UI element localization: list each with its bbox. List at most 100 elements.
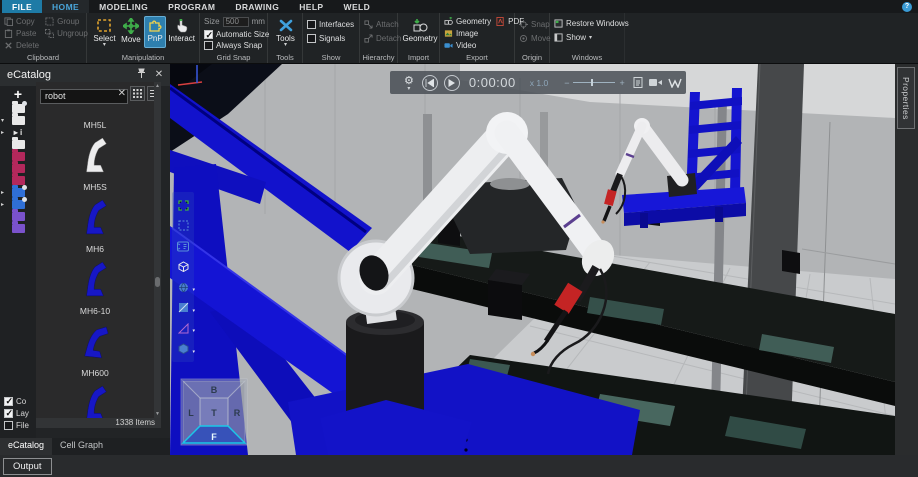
clear-search-icon[interactable]: ✕ xyxy=(118,87,126,100)
automatic-size-checkbox[interactable]: Automatic Size xyxy=(204,29,264,40)
robot-thumbnail xyxy=(80,136,110,174)
grid-size-input[interactable] xyxy=(223,17,249,27)
fit-view-icon[interactable] xyxy=(176,219,190,233)
catalog-item-name: MH600 xyxy=(81,368,108,380)
reset-simulation-button[interactable] xyxy=(422,75,438,91)
tree-item-folder-4[interactable] xyxy=(0,174,36,186)
tools-icon xyxy=(278,18,294,33)
robot-thumbnail xyxy=(80,384,110,418)
tree-item-folder-6[interactable]: ▸ xyxy=(0,198,36,210)
tab-cell-graph[interactable]: Cell Graph xyxy=(52,438,111,455)
scroll-up-icon[interactable]: ▲ xyxy=(154,83,161,89)
signals-checkbox[interactable]: Signals xyxy=(307,33,356,44)
catalog-scrollbar[interactable]: ▲ ▼ xyxy=(154,82,161,418)
speed-slider[interactable] xyxy=(573,82,615,83)
ungroup-button: Ungroup xyxy=(45,28,88,39)
simulation-settings-button[interactable]: ⚙▾ xyxy=(404,74,414,91)
plus-icon: + xyxy=(14,88,22,100)
tab-ecatalog[interactable]: eCatalog xyxy=(0,438,52,455)
render-mode-icon[interactable] xyxy=(176,260,190,274)
cube-label-back: B xyxy=(211,385,218,395)
pnp-button[interactable]: PnP xyxy=(144,16,166,48)
status-bar: Output xyxy=(0,455,918,477)
select-button[interactable]: Select ▾ xyxy=(91,16,118,48)
tree-item-folder-5[interactable]: ▸ xyxy=(0,186,36,198)
collapse-arrow-icon[interactable]: ▸ xyxy=(1,201,4,208)
copy-button: Copy xyxy=(4,16,39,27)
import-geometry-button[interactable]: Geometry xyxy=(402,16,438,44)
close-icon[interactable]: ✕ xyxy=(152,68,166,82)
tree-item-info[interactable]: ▸▸ i xyxy=(0,126,36,138)
speed-decrease-icon[interactable]: − xyxy=(564,78,569,88)
interfaces-checkbox[interactable]: Interfaces xyxy=(307,19,356,30)
catalog-item-mh6[interactable]: MH6 xyxy=(80,244,110,306)
add-collection-button[interactable]: + xyxy=(0,86,36,102)
interact-icon xyxy=(175,18,189,33)
speed-increase-icon[interactable]: + xyxy=(619,78,624,88)
tree-item-folder-7[interactable] xyxy=(0,210,36,222)
export-image-label: Image xyxy=(456,29,478,38)
camera-views-icon[interactable]: ▾ xyxy=(176,280,190,294)
tab-weld[interactable]: WELD xyxy=(334,0,381,13)
tab-program[interactable]: PROGRAM xyxy=(158,0,225,13)
playback-bar: ⚙▾ 0:00:00 x 1.0 − + xyxy=(390,71,686,94)
catalog-item-mh600[interactable]: MH600 xyxy=(80,368,110,418)
collapse-arrow-icon[interactable]: ▸ xyxy=(1,189,4,196)
filter-components[interactable]: Co xyxy=(4,395,38,407)
view-cube[interactable]: B L T R F xyxy=(180,378,248,446)
tab-home[interactable]: HOME xyxy=(42,0,89,13)
help-icon[interactable]: ? xyxy=(902,2,912,12)
filter-layouts[interactable]: Lay xyxy=(4,407,38,419)
scrollbar-thumb[interactable] xyxy=(155,277,160,287)
scroll-down-icon[interactable]: ▼ xyxy=(154,411,161,417)
always-snap-checkbox[interactable]: Always Snap xyxy=(204,40,264,51)
export-image-button[interactable]: Image xyxy=(444,28,491,39)
search-input[interactable] xyxy=(40,89,128,104)
expand-arrow-icon[interactable]: ▾ xyxy=(1,117,4,124)
grid-view-button[interactable] xyxy=(130,86,145,101)
tab-drawing[interactable]: DRAWING xyxy=(225,0,289,13)
catalog-item-mh5s[interactable]: MH5S xyxy=(80,182,110,244)
measure-tool-icon[interactable]: ▾ xyxy=(176,321,190,335)
experience-logo-icon[interactable] xyxy=(668,78,682,88)
manipulation-group-label: Manipulation xyxy=(87,53,199,62)
export-geometry-button[interactable]: Geometry xyxy=(444,16,491,27)
record-video-icon[interactable] xyxy=(649,78,662,87)
folder-icon xyxy=(12,176,25,185)
snap-mode-icon[interactable]: ▾ xyxy=(176,342,190,356)
catalog-item-mh5l[interactable]: MH5L xyxy=(80,120,110,182)
pin-icon[interactable] xyxy=(134,68,148,82)
tree-item-folder-3[interactable] xyxy=(0,162,36,174)
tab-help[interactable]: HELP xyxy=(289,0,333,13)
folder-icon xyxy=(12,152,25,161)
tree-item-folder-2[interactable] xyxy=(0,150,36,162)
output-button[interactable]: Output xyxy=(3,458,52,475)
grid-plane-icon[interactable]: ▾ xyxy=(176,301,190,315)
interact-button[interactable]: Interact xyxy=(167,16,196,48)
move-button[interactable]: Move xyxy=(119,16,143,48)
filter-files[interactable]: File xyxy=(4,419,38,431)
collapse-arrow-icon[interactable]: ▸ xyxy=(1,129,4,136)
catalog-item-mh6-10[interactable]: MH6-10 xyxy=(80,306,110,368)
3d-viewport[interactable]: ⚙▾ 0:00:00 x 1.0 − + xyxy=(170,64,895,455)
tree-item-folder-8[interactable] xyxy=(0,222,36,234)
export-report-icon[interactable] xyxy=(633,77,643,88)
properties-side-tab[interactable]: Properties xyxy=(897,67,915,129)
tools-caret-icon: ▾ xyxy=(284,43,287,47)
play-button[interactable] xyxy=(444,75,460,91)
view-editor-icon[interactable] xyxy=(176,239,190,253)
tree-item-folder-1[interactable] xyxy=(0,138,36,150)
tab-modeling[interactable]: MODELING xyxy=(89,0,158,13)
tab-file[interactable]: FILE xyxy=(2,0,42,13)
delete-label: Delete xyxy=(16,41,39,50)
export-video-button[interactable]: Video xyxy=(444,40,491,51)
folder-icon xyxy=(12,212,25,221)
copy-label: Copy xyxy=(16,17,35,26)
restore-windows-button[interactable]: Restore Windows xyxy=(554,18,621,29)
slider-handle[interactable] xyxy=(591,79,593,86)
tree-item-models[interactable] xyxy=(0,102,36,114)
tools-button[interactable]: Tools ▾ xyxy=(272,16,299,48)
fullscreen-icon[interactable] xyxy=(176,198,190,212)
show-windows-button[interactable]: Show▾ xyxy=(554,32,621,43)
tree-item-expanded[interactable]: ▾ xyxy=(0,114,36,126)
